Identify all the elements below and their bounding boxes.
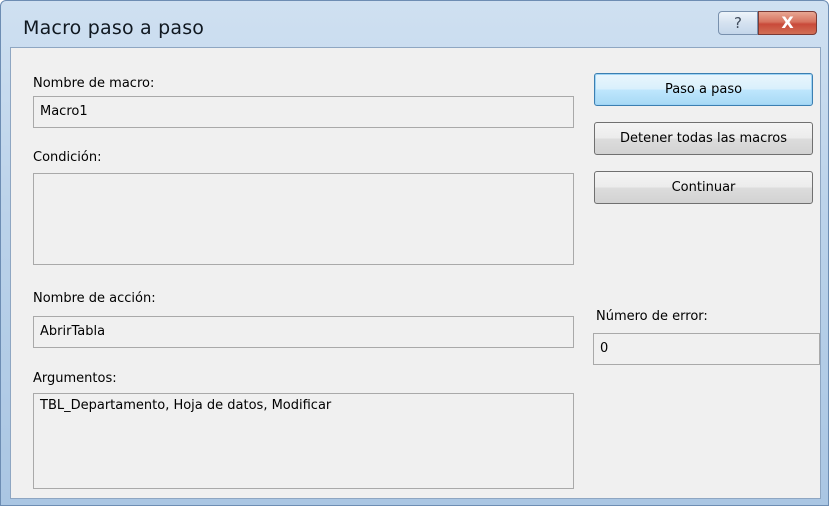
window-title: Macro paso a paso xyxy=(23,17,205,39)
close-button[interactable]: X xyxy=(758,11,817,35)
condition-label: Condición: xyxy=(33,150,102,165)
help-icon: ? xyxy=(734,14,742,32)
dialog-body: Nombre de macro: Macro1 Condición: Nombr… xyxy=(10,47,821,499)
macro-name-label: Nombre de macro: xyxy=(33,76,155,91)
arguments-field[interactable]: TBL_Departamento, Hoja de datos, Modific… xyxy=(33,393,574,489)
stop-all-macros-button[interactable]: Detener todas las macros xyxy=(594,122,813,155)
macro-step-dialog: Macro paso a paso ? X Nombre de macro: M… xyxy=(0,0,829,506)
continue-button[interactable]: Continuar xyxy=(594,171,813,204)
error-number-field[interactable]: 0 xyxy=(593,333,820,365)
close-icon: X xyxy=(781,13,794,32)
condition-field[interactable] xyxy=(33,173,574,265)
title-bar[interactable]: Macro paso a paso ? X xyxy=(1,1,828,47)
arguments-label: Argumentos: xyxy=(33,371,117,386)
action-name-label: Nombre de acción: xyxy=(33,291,156,306)
step-button[interactable]: Paso a paso xyxy=(594,73,813,106)
error-number-label: Número de error: xyxy=(596,309,708,324)
help-button[interactable]: ? xyxy=(718,11,758,35)
action-name-field[interactable]: AbrirTabla xyxy=(33,316,574,348)
macro-name-field[interactable]: Macro1 xyxy=(33,96,574,128)
